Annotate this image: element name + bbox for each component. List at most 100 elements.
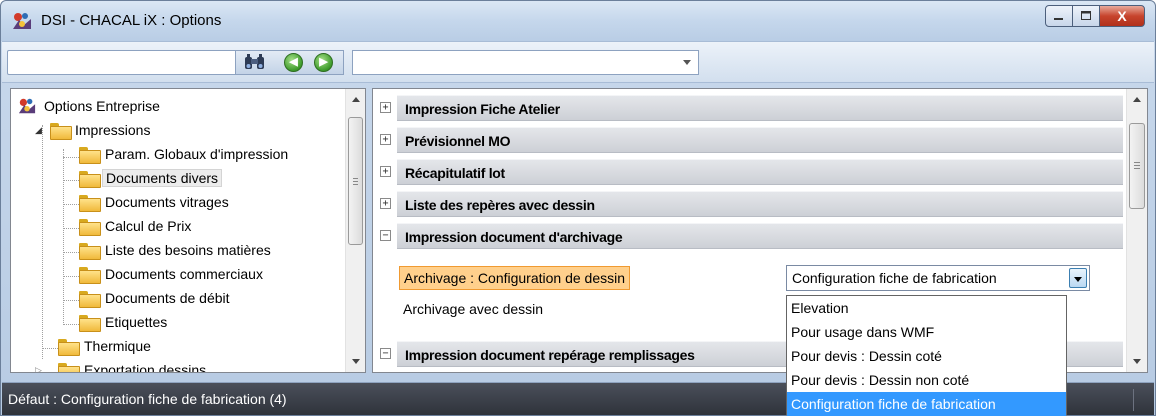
window-title: DSI - CHACAL iX : Options xyxy=(41,12,222,29)
tree-item-calcul-de-prix[interactable]: Calcul de Prix xyxy=(79,214,194,238)
status-separator xyxy=(1133,389,1134,411)
expand-icon[interactable]: + xyxy=(380,198,391,209)
section-impression-archivage[interactable]: − Impression document d'archivage xyxy=(376,221,1123,251)
section-header[interactable]: Impression Fiche Atelier xyxy=(397,95,1123,121)
tree-item-etiquettes[interactable]: Etiquettes xyxy=(79,310,170,334)
section-header[interactable]: Prévisionnel MO xyxy=(397,127,1123,153)
collapse-arrow-icon: ◢ xyxy=(35,125,42,135)
tree-line xyxy=(63,276,79,277)
toolbar-combo[interactable] xyxy=(352,50,699,75)
search-input[interactable] xyxy=(7,50,236,75)
app-logo-icon xyxy=(13,13,31,29)
grip-icon xyxy=(1134,162,1140,169)
dropdown-option-selected[interactable]: Configuration fiche de fabrication xyxy=(787,392,1066,416)
section-header[interactable]: Liste des repères avec dessin xyxy=(397,191,1123,217)
folder-icon xyxy=(79,195,101,212)
forward-button[interactable]: ▶ xyxy=(314,53,333,72)
toolbar: ◀ ▶ xyxy=(2,41,1154,83)
scroll-down-icon[interactable] xyxy=(351,359,360,364)
options-window: DSI - CHACAL iX : Options X ◀ ▶ Options … xyxy=(0,0,1156,416)
property-scroll-thumb[interactable] xyxy=(1129,123,1145,209)
tree-item-label: Calcul de Prix xyxy=(105,218,192,234)
maximize-button[interactable] xyxy=(1072,5,1100,27)
tree-item-label: Documents commerciaux xyxy=(105,266,263,282)
minimize-icon xyxy=(1054,18,1063,20)
back-button[interactable]: ◀ xyxy=(284,53,303,72)
dropdown-option[interactable]: Pour usage dans WMF xyxy=(787,320,1066,344)
tree-item-label: Impressions xyxy=(75,122,151,138)
tree-item-label: Documents divers xyxy=(102,169,223,187)
tree-line xyxy=(63,324,79,325)
expand-icon[interactable]: + xyxy=(380,166,391,177)
close-button[interactable]: X xyxy=(1099,5,1145,27)
expand-icon[interactable]: + xyxy=(380,102,391,113)
tree-item-documents-debit[interactable]: Documents de débit xyxy=(79,286,233,310)
scroll-up-icon[interactable] xyxy=(1133,97,1141,102)
folder-icon xyxy=(79,243,101,260)
chevron-down-icon[interactable] xyxy=(1069,268,1087,288)
section-header[interactable]: Récapitulatif lot xyxy=(397,159,1123,185)
dropdown-option[interactable]: Elevation xyxy=(787,296,1066,320)
folder-icon xyxy=(79,147,101,164)
property-archivage-config-label[interactable]: Archivage : Configuration de dessin xyxy=(399,266,631,290)
tree-item-documents-divers[interactable]: Documents divers xyxy=(79,166,223,190)
tree-line xyxy=(63,149,64,325)
collapse-icon[interactable]: − xyxy=(380,348,391,359)
folder-icon xyxy=(79,291,101,308)
property-archivage-avec-dessin-label[interactable]: Archivage avec dessin xyxy=(399,297,547,321)
tree-item-liste-besoins[interactable]: Liste des besoins matières xyxy=(79,238,274,262)
section-liste-reperes[interactable]: + Liste des repères avec dessin xyxy=(376,189,1123,219)
tree-item-label: Param. Globaux d'impression xyxy=(105,146,289,162)
tree-item-exportation-dessins[interactable]: ▷ Exportation dessins xyxy=(33,358,209,373)
binoculars-icon[interactable] xyxy=(243,53,267,71)
tree-scroll-thumb[interactable] xyxy=(348,117,363,245)
dropdown-value: Configuration fiche de fabrication xyxy=(792,270,997,286)
section-impression-fiche-atelier[interactable]: + Impression Fiche Atelier xyxy=(376,93,1123,123)
folder-icon xyxy=(79,219,101,236)
back-arrow-icon: ◀ xyxy=(289,56,298,68)
tree-item-documents-commerciaux[interactable]: Documents commerciaux xyxy=(79,262,266,286)
tree-item-label: Documents de débit xyxy=(105,290,230,306)
tree-item-label: Exportation dessins xyxy=(84,362,207,373)
tree-line xyxy=(63,300,79,301)
tree-item-param-globaux[interactable]: Param. Globaux d'impression xyxy=(79,142,291,166)
folder-icon xyxy=(79,267,101,284)
maximize-icon xyxy=(1080,11,1091,20)
section-recapitulatif-lot[interactable]: + Récapitulatif lot xyxy=(376,157,1123,187)
section-previsionnel-mo[interactable]: + Prévisionnel MO xyxy=(376,125,1123,155)
scroll-up-icon[interactable] xyxy=(351,97,360,102)
tree-line xyxy=(63,204,79,205)
archivage-config-options[interactable]: Elevation Pour usage dans WMF Pour devis… xyxy=(786,295,1067,416)
property-scrollbar[interactable] xyxy=(1126,89,1147,372)
tree-root[interactable]: Options Entreprise xyxy=(17,94,163,118)
scroll-down-icon[interactable] xyxy=(1133,359,1141,364)
tree-line xyxy=(63,252,79,253)
collapse-icon[interactable]: − xyxy=(380,230,391,241)
tree-item-documents-vitrages[interactable]: Documents vitrages xyxy=(79,190,232,214)
tree-item-label: Etiquettes xyxy=(105,314,168,330)
dropdown-option[interactable]: Pour devis : Dessin non coté xyxy=(787,368,1066,392)
dropdown-option[interactable]: Pour devis : Dessin coté xyxy=(787,344,1066,368)
close-icon: X xyxy=(1117,8,1127,24)
folder-icon xyxy=(58,363,80,372)
archivage-config-dropdown[interactable]: Configuration fiche de fabrication xyxy=(786,265,1090,291)
folder-icon xyxy=(58,339,80,356)
tree-item-label: Documents vitrages xyxy=(105,194,229,210)
title-bar[interactable]: DSI - CHACAL iX : Options X xyxy=(1,1,1155,41)
open-folder-icon xyxy=(79,171,101,188)
tree-line xyxy=(63,180,79,181)
tree-item-thermique[interactable]: Thermique xyxy=(58,334,154,358)
tree-line xyxy=(63,157,79,158)
folder-icon xyxy=(79,315,101,332)
tree-item-label: Liste des besoins matières xyxy=(105,242,271,258)
caption-buttons: X xyxy=(1045,5,1145,27)
tree-line xyxy=(42,348,58,349)
section-header[interactable]: Impression document d'archivage xyxy=(397,223,1123,249)
expand-icon[interactable]: + xyxy=(380,134,391,145)
folder-icon xyxy=(50,123,72,140)
tree-scrollbar[interactable] xyxy=(345,89,365,372)
chevron-down-icon xyxy=(683,60,691,65)
tree-item-impressions[interactable]: ◢ Impressions xyxy=(33,118,153,142)
minimize-button[interactable] xyxy=(1045,5,1073,27)
tree-item-label: Thermique xyxy=(84,338,151,354)
